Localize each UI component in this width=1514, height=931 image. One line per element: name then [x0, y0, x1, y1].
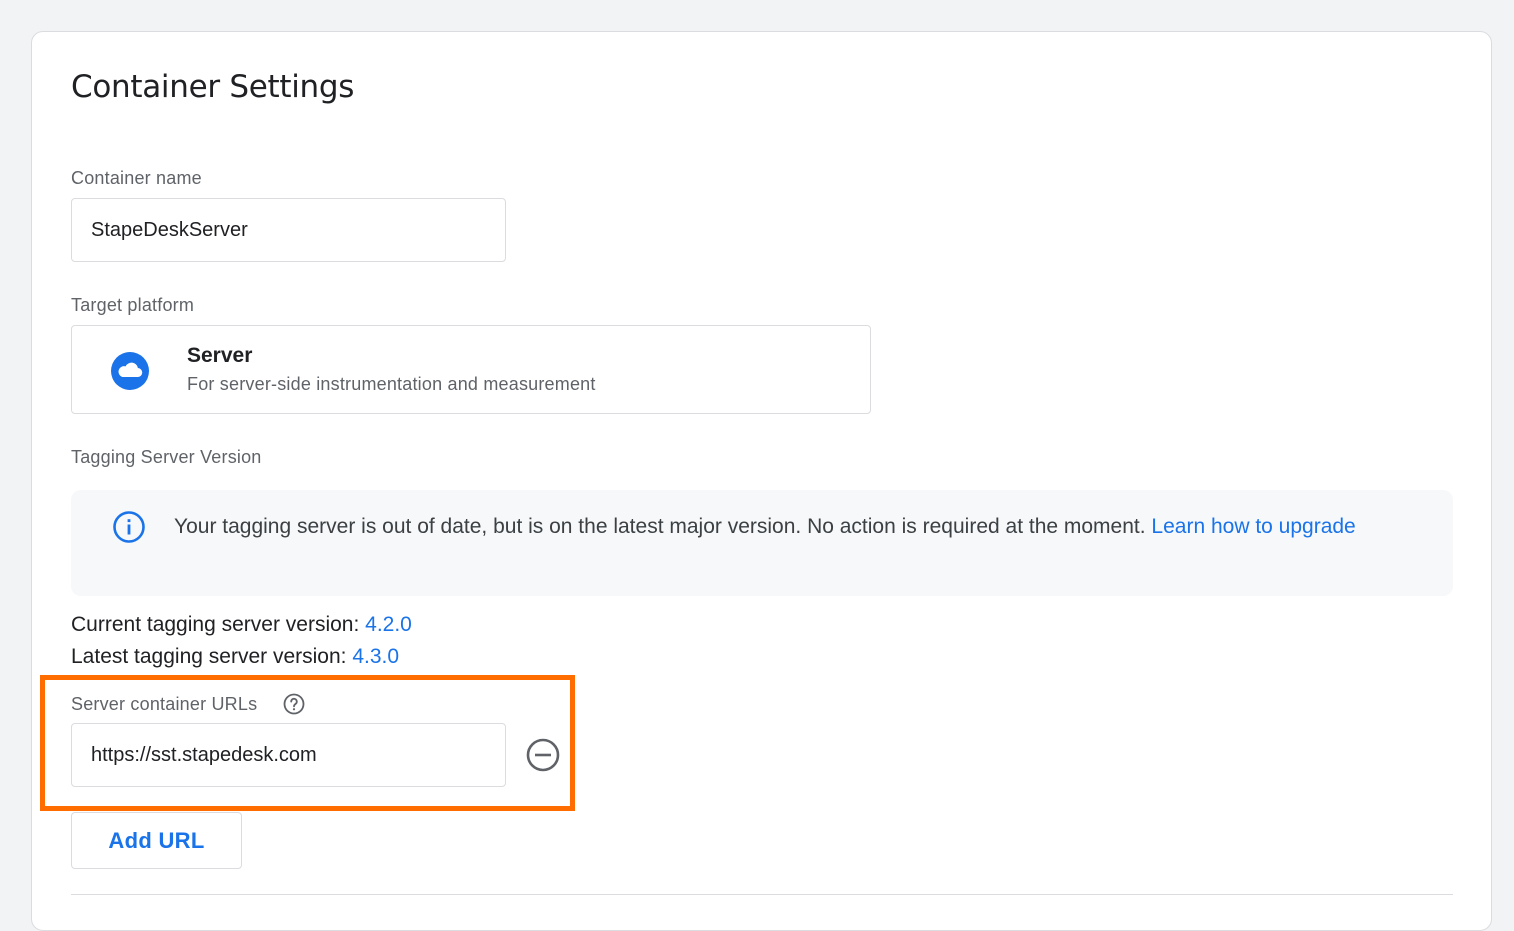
page-title: Container Settings	[71, 69, 355, 105]
platform-card: Server For server-side instrumentation a…	[71, 325, 871, 414]
cloud-icon	[110, 351, 150, 391]
tagging-server-label: Tagging Server Version	[71, 447, 262, 467]
info-notice-text: Your tagging server is out of date, but …	[174, 511, 1414, 543]
latest-version-line: Latest tagging server version: 4.3.0	[71, 645, 399, 669]
platform-description: For server-side instrumentation and meas…	[187, 374, 596, 394]
target-platform-label: Target platform	[71, 295, 195, 315]
current-version-line: Current tagging server version: 4.2.0	[71, 613, 412, 637]
current-version-value[interactable]: 4.2.0	[365, 613, 412, 636]
section-divider	[71, 894, 1453, 895]
latest-version-label: Latest tagging server version:	[71, 645, 353, 668]
add-url-button[interactable]: Add URL	[71, 812, 242, 869]
container-name-label: Container name	[71, 168, 202, 188]
platform-name: Server	[187, 344, 253, 367]
learn-upgrade-link[interactable]: Learn how to upgrade	[1151, 515, 1355, 538]
current-version-label: Current tagging server version:	[71, 613, 366, 636]
container-name-field[interactable]: StapeDeskServer	[71, 198, 506, 262]
info-icon	[112, 510, 146, 544]
info-notice	[71, 490, 1453, 596]
notice-message: Your tagging server is out of date, but …	[174, 515, 1152, 538]
latest-version-value[interactable]: 4.3.0	[352, 645, 399, 668]
highlight-box	[40, 675, 575, 811]
container-name-value: StapeDeskServer	[91, 218, 248, 241]
